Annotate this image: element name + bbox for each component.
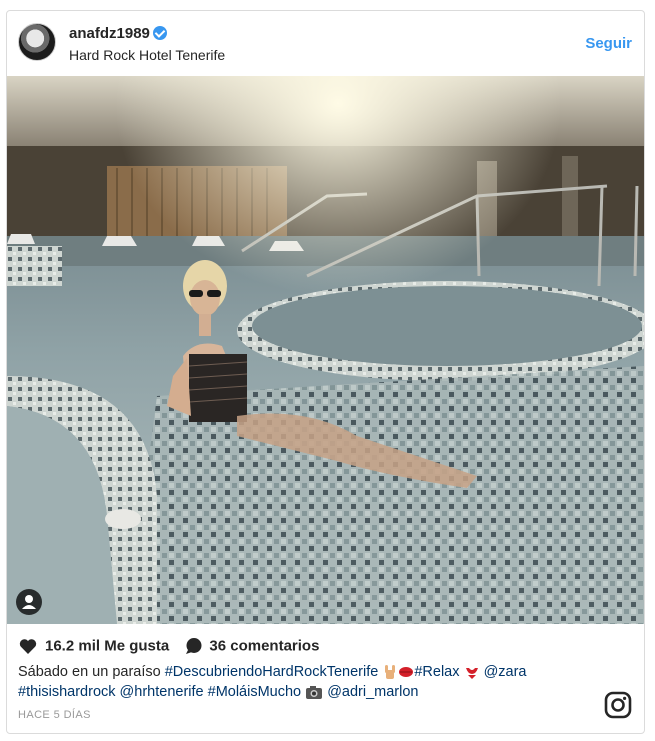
mention-link[interactable]: @adri_marlon	[327, 684, 418, 700]
instagram-icon[interactable]	[604, 691, 632, 719]
username-link[interactable]: anafdz1989	[69, 25, 150, 42]
location-link[interactable]: Hard Rock Hotel Tenerife	[69, 47, 225, 63]
avatar[interactable]	[18, 23, 56, 61]
bikini-emoji-icon	[465, 668, 478, 680]
heart-icon[interactable]	[19, 638, 37, 655]
mention-link[interactable]: @zara	[484, 664, 527, 680]
camera-emoji-icon	[306, 685, 323, 699]
user-tag-icon[interactable]	[16, 589, 42, 615]
mention-link[interactable]: @hrhtenerife	[120, 684, 204, 700]
post-caption: Sábado en un paraíso #DescubriendoHardRo…	[18, 662, 608, 702]
follow-button[interactable]: Seguir	[585, 35, 632, 52]
likes-count[interactable]: 16.2 mil Me gusta	[45, 638, 169, 655]
hashtag-link[interactable]: #Relax	[414, 664, 459, 680]
caption-text: Sábado en un paraíso	[18, 664, 165, 680]
verified-badge-icon	[153, 26, 167, 40]
instagram-post-card: anafdz1989 Hard Rock Hotel Tenerife Segu…	[6, 10, 645, 734]
hashtag-link[interactable]: #MoláisMucho	[208, 684, 302, 700]
hashtag-link[interactable]: #thisishardrock	[18, 684, 116, 700]
comments-count[interactable]: 36 comentarios	[209, 638, 319, 655]
post-photo[interactable]	[7, 76, 644, 624]
hashtag-link[interactable]: #DescubriendoHardRockTenerife	[165, 664, 379, 680]
post-header: anafdz1989 Hard Rock Hotel Tenerife Segu…	[7, 11, 644, 76]
post-timestamp[interactable]: HACE 5 DÍAS	[18, 709, 91, 721]
person-icon	[22, 595, 36, 609]
pool-photo-illustration	[7, 76, 644, 624]
rock-hand-emoji-icon	[385, 665, 396, 680]
comment-bubble-icon[interactable]	[185, 637, 203, 655]
lips-emoji-icon	[399, 667, 414, 678]
engagement-bar: 16.2 mil Me gusta 36 comentarios	[19, 637, 319, 655]
